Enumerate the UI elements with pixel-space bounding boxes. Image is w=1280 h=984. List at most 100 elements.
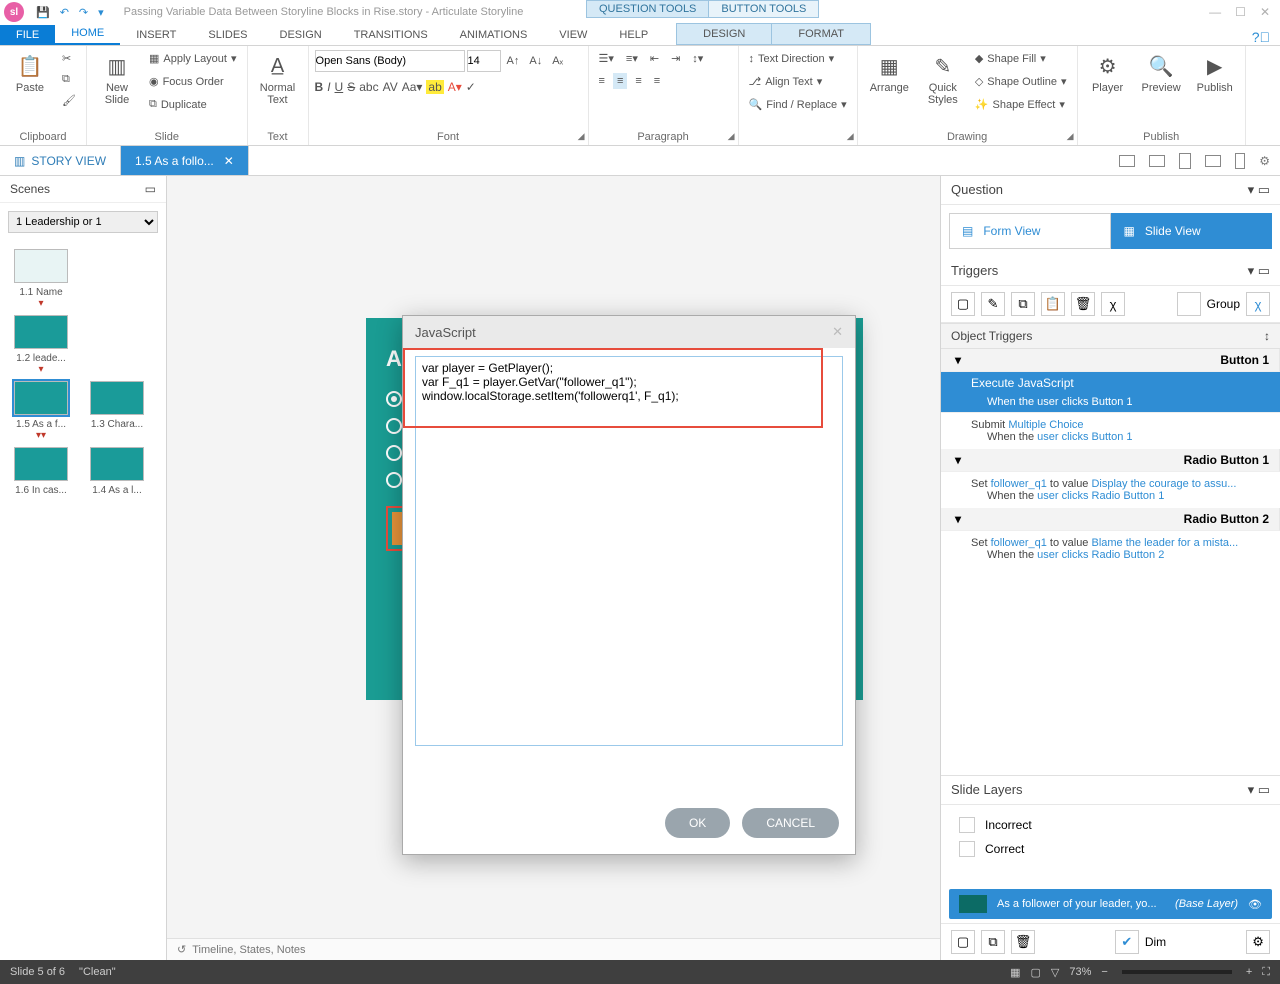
gear-icon[interactable]: ⚙ xyxy=(1259,154,1270,168)
vars-button[interactable]: χ xyxy=(1101,292,1125,316)
object-triggers-header[interactable]: Object Triggers↕ xyxy=(941,323,1280,349)
align-right-button[interactable]: ≡ xyxy=(631,73,645,89)
case-button[interactable]: Aa▾ xyxy=(402,80,423,94)
tablet-portrait-icon[interactable] xyxy=(1179,153,1191,169)
thumb-label[interactable]: 1.6 In cas... xyxy=(6,485,76,496)
dialog-titlebar[interactable]: JavaScript ✕ xyxy=(403,316,855,348)
phone-landscape-icon[interactable] xyxy=(1205,155,1221,167)
tab-help[interactable]: HELP xyxy=(603,25,664,45)
font-dialog-launcher[interactable]: ◢ xyxy=(578,131,585,142)
panel-menu-icon[interactable]: ▾ ▭ xyxy=(1248,782,1270,798)
slide-view-tab[interactable]: 1.5 As a follo... ✕ xyxy=(121,146,249,175)
maximize-icon[interactable]: ☐ xyxy=(1235,5,1246,19)
javascript-textarea[interactable] xyxy=(415,356,843,746)
radio-icon[interactable] xyxy=(386,445,402,461)
thumb-label[interactable]: 1.4 As a l... xyxy=(82,485,152,496)
clear-format-button[interactable]: Aₓ xyxy=(548,50,567,72)
trigger-rb1-detail[interactable]: Set follower_q1 to value Display the cou… xyxy=(941,472,1280,508)
justify-button[interactable]: ≡ xyxy=(650,73,664,89)
arrange-button[interactable]: ▦Arrange xyxy=(864,50,915,96)
paste-trigger-button[interactable]: 📋 xyxy=(1041,292,1065,316)
trigger-group-rb1[interactable]: ▾ Radio Button 1 xyxy=(941,449,1280,472)
shadow-button[interactable]: abc xyxy=(359,80,378,94)
bullets-button[interactable]: ☰▾ xyxy=(595,50,618,67)
base-layer[interactable]: As a follower of your leader, yo... (Bas… xyxy=(949,889,1272,919)
char-spacing-button[interactable]: AV xyxy=(383,80,398,94)
textdir-dialog-launcher[interactable]: ◢ xyxy=(847,131,854,142)
align-left-button[interactable]: ≡ xyxy=(595,73,609,89)
redo-icon[interactable]: ↷ xyxy=(79,6,88,19)
grid-view-icon[interactable]: ▦ xyxy=(1010,966,1020,979)
zoom-out-button[interactable]: − xyxy=(1101,966,1107,978)
trigger-group-rb2[interactable]: ▾ Radio Button 2 xyxy=(941,508,1280,531)
zoom-in-button[interactable]: + xyxy=(1246,966,1252,978)
thumb-label[interactable]: 1.3 Chara... xyxy=(82,419,152,430)
layer-checkbox[interactable] xyxy=(959,841,975,857)
tab-slides[interactable]: SLIDES xyxy=(192,25,263,45)
preview-button[interactable]: 🔍Preview xyxy=(1136,50,1187,96)
delete-trigger-button[interactable]: 🗑 xyxy=(1071,292,1095,316)
trigger-exec-js[interactable]: Execute JavaScript When the user clicks … xyxy=(941,372,1280,413)
shrink-font-button[interactable]: A↓ xyxy=(525,50,546,72)
player-button[interactable]: ⚙Player xyxy=(1084,50,1132,96)
drawing-dialog-launcher[interactable]: ◢ xyxy=(1067,131,1074,142)
find-replace-button[interactable]: 🔍 Find / Replace ▾ xyxy=(745,96,851,113)
outdent-button[interactable]: ⇤ xyxy=(646,50,663,67)
align-text-button[interactable]: ⎇ Align Text ▾ xyxy=(745,73,827,90)
form-view-button[interactable]: ▤ Form View xyxy=(949,213,1111,249)
new-layer-button[interactable]: ▢ xyxy=(951,930,975,954)
indent-button[interactable]: ⇥ xyxy=(667,50,684,67)
context-tab-question-tools[interactable]: QUESTION TOOLS xyxy=(586,0,709,18)
paste-button[interactable]: 📋Paste xyxy=(6,50,54,96)
focus-order-button[interactable]: ◉ Focus Order xyxy=(145,73,241,90)
tab-view[interactable]: VIEW xyxy=(543,25,603,45)
normal-text-button[interactable]: A̲Normal Text xyxy=(254,50,302,108)
new-slide-button[interactable]: ▥New Slide xyxy=(93,50,141,108)
trigger-rb2-detail[interactable]: Set follower_q1 to value Blame the leade… xyxy=(941,531,1280,567)
radio-icon[interactable] xyxy=(386,472,402,488)
layer-correct[interactable]: Correct xyxy=(949,837,1272,861)
story-view-tab[interactable]: ▥ STORY VIEW xyxy=(0,146,121,175)
font-color-button[interactable]: A▾ xyxy=(448,80,462,94)
panel-menu-icon[interactable]: ▾ ▭ xyxy=(1248,182,1270,198)
slide-view-button[interactable]: ▦ Slide View xyxy=(1111,213,1273,249)
tab-design[interactable]: DESIGN xyxy=(264,25,338,45)
context-tab-design[interactable]: DESIGN xyxy=(676,23,772,45)
help-icon[interactable]: ?⃝ xyxy=(1252,29,1270,45)
new-trigger-button[interactable]: ▢ xyxy=(951,292,975,316)
grow-font-button[interactable]: A↑ xyxy=(503,50,524,72)
undo-icon[interactable]: ↶ xyxy=(60,6,69,19)
single-view-icon[interactable]: ▢ xyxy=(1031,966,1041,979)
align-center-button[interactable]: ≡ xyxy=(613,73,627,89)
eye-icon[interactable]: 👁 xyxy=(1248,898,1262,911)
group-checkbox[interactable] xyxy=(1177,292,1201,316)
save-icon[interactable]: 💾 xyxy=(36,6,50,19)
close-tab-icon[interactable]: ✕ xyxy=(224,154,234,168)
duplicate-button[interactable]: ⧉ Duplicate xyxy=(145,96,241,113)
vars-x-button[interactable]: χ xyxy=(1246,292,1270,316)
tab-transitions[interactable]: TRANSITIONS xyxy=(338,25,444,45)
layer-props-button[interactable]: ⚙ xyxy=(1246,930,1270,954)
italic-button[interactable]: I xyxy=(327,80,330,94)
ok-button[interactable]: OK xyxy=(665,808,730,838)
trigger-submit-mc[interactable]: Submit Multiple Choice When the user cli… xyxy=(941,413,1280,449)
layer-checkbox[interactable] xyxy=(959,817,975,833)
shape-outline-button[interactable]: ◇ Shape Outline ▾ xyxy=(971,73,1071,90)
publish-button[interactable]: ▶Publish xyxy=(1191,50,1239,96)
present-icon[interactable]: ▽ xyxy=(1051,966,1059,979)
tab-insert[interactable]: INSERT xyxy=(120,25,192,45)
copy-button[interactable]: ⧉ xyxy=(58,71,80,88)
edit-trigger-button[interactable]: ✎ xyxy=(981,292,1005,316)
radio-icon[interactable] xyxy=(386,418,402,434)
panel-menu-icon[interactable]: ▾ ▭ xyxy=(1248,263,1270,279)
highlight-button[interactable]: ab xyxy=(426,80,443,94)
bold-button[interactable]: B xyxy=(315,80,324,94)
thumb-label[interactable]: 1.2 leade... xyxy=(6,353,76,364)
text-direction-button[interactable]: ↕ Text Direction ▾ xyxy=(745,50,839,67)
context-tab-format[interactable]: FORMAT xyxy=(771,23,871,45)
dim-checkbox[interactable]: ✔ xyxy=(1115,930,1139,954)
thumb-label[interactable]: 1.5 As a f... xyxy=(6,419,76,430)
paragraph-dialog-launcher[interactable]: ◢ xyxy=(728,131,735,142)
del-layer-button[interactable]: 🗑 xyxy=(1011,930,1035,954)
desktop-icon[interactable] xyxy=(1119,155,1135,167)
